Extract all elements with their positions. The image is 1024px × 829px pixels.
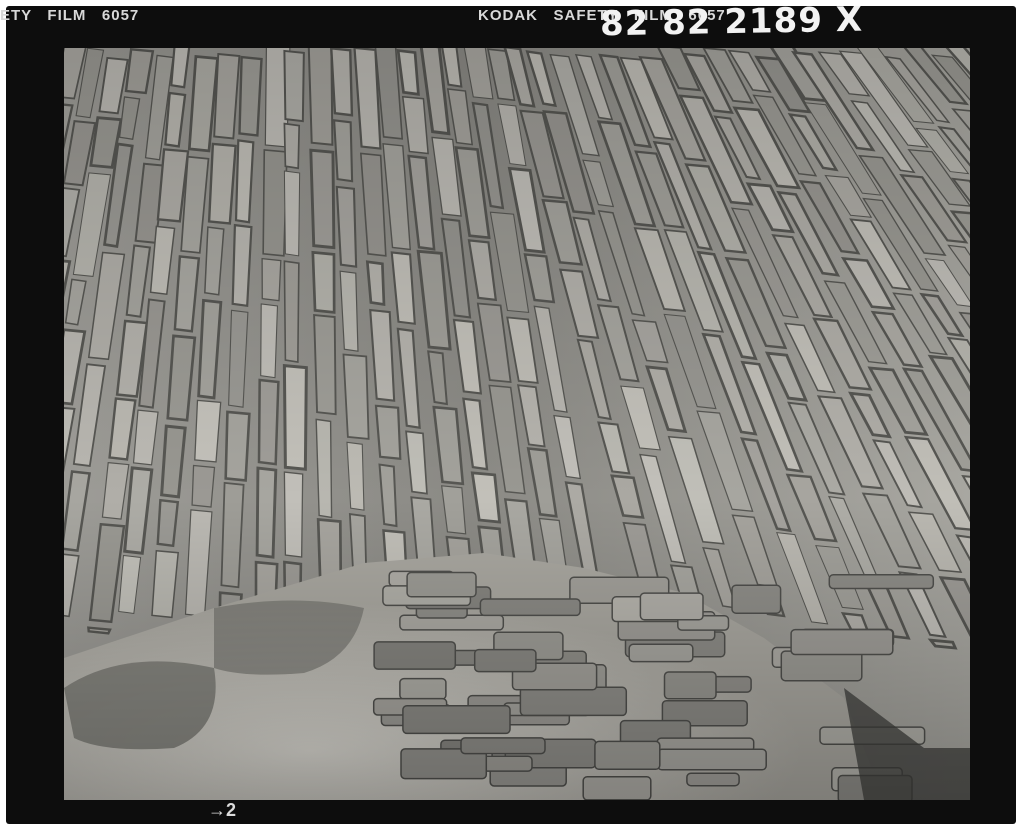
frame-number-marker: →2 bbox=[208, 800, 237, 820]
film-edge-text-left: ETY FILM 6057 bbox=[0, 7, 140, 24]
stone-chamber-photo-icon bbox=[64, 48, 970, 800]
handwritten-catalog-number: 82 82 2189 X bbox=[599, 0, 864, 45]
photo-area bbox=[64, 48, 970, 800]
